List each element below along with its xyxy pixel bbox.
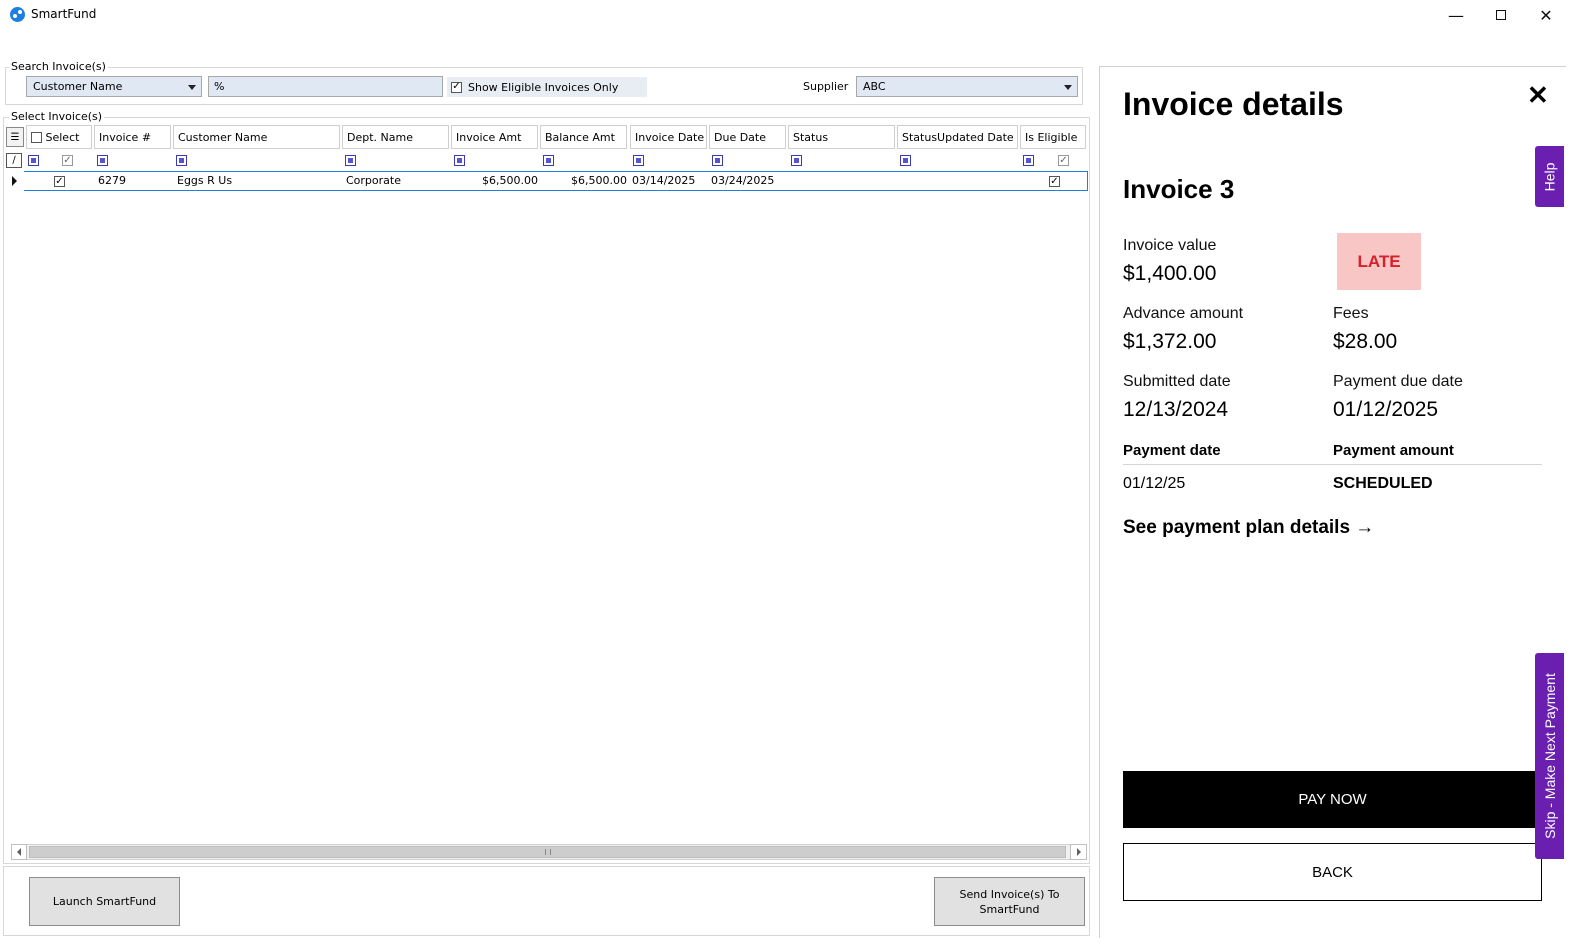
fees-label: Fees <box>1333 305 1369 322</box>
filter-operator-icon[interactable] <box>900 155 911 166</box>
pay-now-button[interactable]: PAY NOW <box>1123 771 1542 828</box>
cell-status <box>788 172 796 190</box>
grid-groupbox <box>3 117 1090 864</box>
check-icon: ✓ <box>451 81 462 93</box>
cell-invoice-date: 03/14/2025 <box>632 174 696 187</box>
invoice-name: Invoice 3 <box>1123 174 1235 204</box>
payments-divider <box>1123 464 1542 465</box>
search-group-label: Search Invoice(s) <box>9 60 108 73</box>
close-window-icon[interactable]: ✕ <box>1523 0 1569 30</box>
column-header-due-date[interactable]: Due Date <box>709 125 786 149</box>
cell-dept-name: Corporate <box>346 174 401 187</box>
scroll-thumb[interactable] <box>29 846 1066 858</box>
column-header-invoice-amt[interactable]: Invoice Amt <box>451 125 538 149</box>
column-chooser-icon[interactable]: ☰ <box>6 127 24 147</box>
column-header-status-updated[interactable]: StatusUpdated Date <box>897 125 1018 149</box>
maximize-icon[interactable] <box>1478 0 1524 30</box>
filter-operator-icon[interactable] <box>633 155 644 166</box>
column-header-is-eligible[interactable]: Is Eligible <box>1020 125 1086 149</box>
eligible-only-checkbox[interactable]: ✓ Show Eligible Invoices Only <box>447 77 647 97</box>
column-header-status[interactable]: Status <box>788 125 895 149</box>
payment-date-header: Payment date <box>1123 442 1221 459</box>
cell-invoice-amt: $6,500.00 <box>482 174 538 187</box>
invoice-value: $1,400.00 <box>1123 262 1217 285</box>
select-filter-checkbox[interactable]: ✓ <box>62 155 73 166</box>
column-header-invoice-date[interactable]: Invoice Date <box>630 125 707 149</box>
payment-amount-cell: SCHEDULED <box>1333 475 1433 492</box>
supplier-label: Supplier <box>803 80 849 93</box>
invoice-value-label: Invoice value <box>1123 237 1217 254</box>
payment-date-cell: 01/12/25 <box>1123 475 1186 492</box>
eligible-only-label: Show Eligible Invoices Only <box>468 80 619 94</box>
minimize-icon[interactable]: — <box>1433 0 1479 30</box>
grid-group-label: Select Invoice(s) <box>9 110 105 123</box>
filter-operator-icon[interactable] <box>1023 155 1034 166</box>
filter-operator-icon[interactable] <box>176 155 187 166</box>
launch-smartfund-button[interactable]: Launch SmartFund <box>29 877 180 926</box>
row-select-checkbox[interactable]: ✓ <box>54 176 65 187</box>
filter-operator-icon[interactable] <box>712 155 723 166</box>
filter-operator-icon[interactable] <box>543 155 554 166</box>
filter-operator-icon[interactable] <box>97 155 108 166</box>
chevron-down-icon <box>1064 85 1072 90</box>
filter-operator-icon[interactable] <box>345 155 356 166</box>
cell-customer-name: Eggs R Us <box>177 174 233 187</box>
submitted-date: 12/13/2024 <box>1123 398 1229 421</box>
filter-operator-icon[interactable] <box>28 155 39 166</box>
column-header-customer-name[interactable]: Customer Name <box>173 125 340 149</box>
help-tab-label: Help <box>1541 162 1558 191</box>
help-tab[interactable]: Help <box>1535 146 1564 207</box>
cell-invoice-no: 6279 <box>98 174 126 187</box>
payment-due-date: 01/12/2025 <box>1333 398 1439 421</box>
scroll-right-icon[interactable] <box>1070 844 1087 860</box>
payment-amount-header: Payment amount <box>1333 442 1454 459</box>
window-title: SmartFund <box>31 7 97 21</box>
cell-due-date: 03/24/2025 <box>711 174 775 187</box>
cell-balance-amt: $6,500.00 <box>571 174 627 187</box>
eligible-filter-checkbox[interactable]: ✓ <box>1058 155 1069 166</box>
filter-editor-icon[interactable]: ∕ <box>6 153 22 168</box>
row-indicator-icon <box>12 176 17 186</box>
supplier-select[interactable]: ABC <box>856 76 1078 97</box>
search-field-select[interactable]: Customer Name <box>26 76 202 97</box>
column-header-select[interactable]: Select <box>26 125 92 149</box>
fees-value: $28.00 <box>1333 330 1398 353</box>
payment-due-date-label: Payment due date <box>1333 373 1463 390</box>
search-field-value: Customer Name <box>33 80 123 93</box>
filter-operator-icon[interactable] <box>791 155 802 166</box>
filter-operator-icon[interactable] <box>454 155 465 166</box>
skip-tab-label: Skip - Make Next Payment <box>1541 673 1558 839</box>
app-logo-icon <box>10 7 25 22</box>
chevron-down-icon <box>188 85 196 90</box>
close-panel-icon[interactable]: ✕ <box>1527 80 1549 111</box>
scroll-left-icon[interactable] <box>11 844 27 860</box>
select-all-checkbox[interactable] <box>31 132 42 143</box>
status-badge: LATE <box>1337 233 1421 290</box>
send-invoices-button[interactable]: Send Invoice(s) To SmartFund <box>934 877 1085 926</box>
supplier-value: ABC <box>863 80 886 93</box>
row-eligible-checkbox: ✓ <box>1049 175 1060 187</box>
back-button[interactable]: BACK <box>1123 843 1542 901</box>
search-input[interactable]: % <box>208 76 443 97</box>
cell-status-updated <box>897 172 905 190</box>
advance-amount: $1,372.00 <box>1123 330 1217 353</box>
column-header-invoice-no[interactable]: Invoice # <box>94 125 171 149</box>
submitted-date-label: Submitted date <box>1123 373 1231 390</box>
skip-next-payment-tab[interactable]: Skip - Make Next Payment <box>1535 653 1564 859</box>
advance-amount-label: Advance amount <box>1123 305 1244 322</box>
payment-plan-link[interactable]: See payment plan details → <box>1123 517 1374 539</box>
column-header-balance-amt[interactable]: Balance Amt <box>540 125 627 149</box>
column-header-dept-name[interactable]: Dept. Name <box>342 125 449 149</box>
panel-heading: Invoice details <box>1123 86 1344 122</box>
